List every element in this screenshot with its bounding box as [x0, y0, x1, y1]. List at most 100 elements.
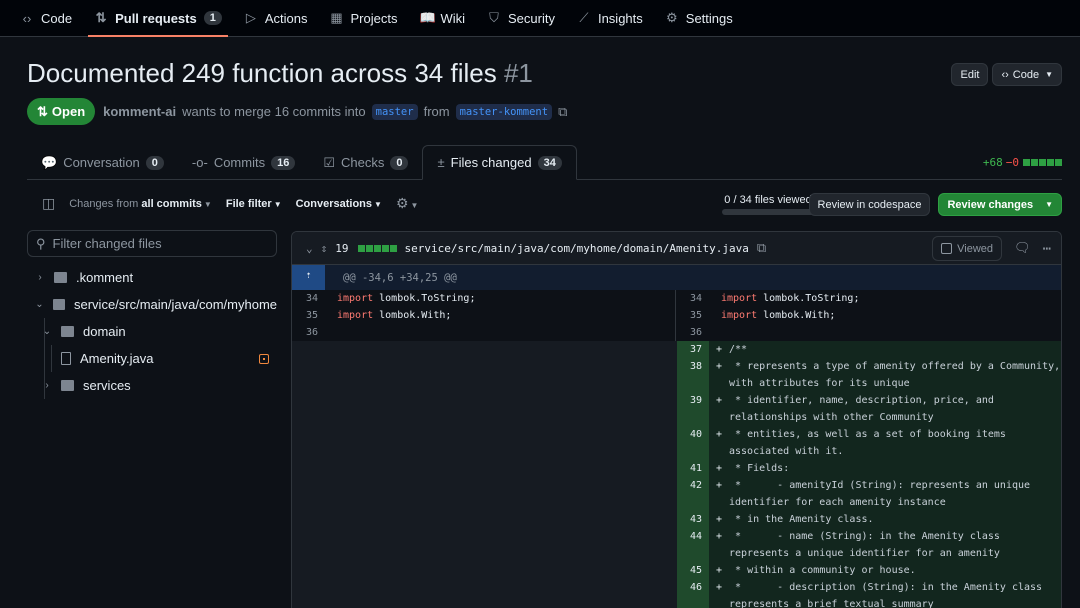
expand-up-icon[interactable]: ⇡ — [292, 265, 325, 290]
code-text: lombok.ToString; — [373, 293, 476, 304]
folder-icon — [52, 299, 65, 310]
folder-icon — [61, 326, 74, 337]
checkbox — [941, 243, 953, 254]
code-icon: ‹› — [1001, 68, 1009, 81]
review-changes-button[interactable]: Review changes ▼ — [938, 193, 1062, 216]
git-pull-request-icon: ⇅ — [95, 10, 107, 25]
sidebar-toggle-icon[interactable]: ◫ — [42, 195, 55, 212]
tree-item-amenity-java[interactable]: Amenity.java — [27, 345, 277, 372]
plus-sign: + — [715, 480, 723, 491]
chevron-right-icon[interactable]: › — [40, 380, 54, 391]
code-label: Code — [1012, 68, 1040, 81]
additions: +68 — [982, 156, 1003, 169]
added-line: 46 + * - description (String): in the Ame… — [676, 579, 1061, 608]
code-text: * entities, as well as a set of booking … — [729, 429, 1012, 457]
code: import lombok.ToString; — [325, 290, 655, 307]
code-text: * Fields: — [729, 463, 790, 474]
comment-icon[interactable]: 🗨 — [1014, 241, 1031, 256]
code: import lombok.With; — [709, 307, 1039, 324]
viewed-checkbox[interactable]: Viewed — [932, 236, 1003, 261]
file-path-link[interactable]: service/src/main/java/com/myhome/domain/… — [405, 242, 749, 255]
nav-actions[interactable]: ▷ Actions — [244, 0, 308, 37]
code-text: * represents a type of amenity offered b… — [729, 361, 1061, 389]
count-badge: 1 — [203, 11, 222, 25]
files-viewed-label: 0 / 34 files viewed — [724, 194, 812, 206]
code-button[interactable]: ‹› Code ▼ — [992, 63, 1062, 86]
added-line: 37 + /** — [676, 341, 1061, 358]
added-line: 44 + * - name (String): in the Amenity cl… — [676, 528, 1061, 562]
nav-code[interactable]: ‹› Code — [20, 0, 72, 37]
code-text: * in the Amenity class. — [729, 514, 874, 525]
head-branch[interactable]: master-komment — [455, 103, 553, 120]
plus-sign: + — [715, 344, 723, 355]
settings-label: Settings — [685, 10, 733, 26]
conversations-dropdown[interactable]: Conversations ▼ — [296, 198, 382, 210]
count-badge: 34 — [537, 155, 562, 170]
kebab-menu-icon[interactable]: ⋯ — [1043, 241, 1051, 257]
tab-files-changed[interactable]: ± Files changed 34 — [422, 145, 577, 180]
tab-checks[interactable]: ☑ Checks 0 — [309, 146, 422, 179]
line-number: 42 — [676, 477, 709, 511]
added-line: 43 + * in the Amenity class. — [676, 511, 1061, 528]
keyword: import — [721, 310, 758, 321]
actions-label: Actions — [264, 10, 308, 26]
wiki-label: Wiki — [440, 10, 465, 26]
nav-settings[interactable]: ⚙ Settings — [665, 0, 733, 37]
edit-button[interactable]: Edit — [951, 63, 989, 86]
file-tree: › .komment ⌄ service/src/main/java/com/myho… — [27, 264, 277, 399]
file-filter-dropdown[interactable]: File filter ▼ — [226, 198, 282, 210]
count-badge: 0 — [390, 155, 409, 170]
line-number: 44 — [676, 528, 709, 562]
code-text: * identifier, name, description, price, … — [729, 395, 1000, 423]
conversation-label: Conversation — [63, 155, 140, 170]
base-branch[interactable]: master — [371, 103, 418, 120]
plus-sign: + — [715, 531, 723, 542]
added-line: 41 + * Fields: — [676, 460, 1061, 477]
book-icon: 📖 — [419, 10, 436, 25]
hunk-label: @@ -34,6 +34,25 @@ — [343, 271, 457, 284]
diffstat-bar — [357, 242, 397, 255]
folder-icon — [54, 272, 67, 283]
context-line: 36 — [292, 324, 675, 341]
file-filter-label: File filter — [225, 197, 272, 210]
copy-icon[interactable]: ⧉ — [757, 241, 766, 256]
line-number: 34 — [689, 293, 702, 304]
tab-conversation[interactable]: 💬 Conversation 0 — [27, 146, 178, 179]
diffstat-bar — [1022, 156, 1062, 169]
nav-projects[interactable]: ▦ Projects — [329, 0, 397, 37]
folder-name: services — [83, 378, 131, 393]
chevron-down-icon[interactable]: ⌄ — [40, 326, 54, 337]
nav-pull-requests[interactable]: ⇅ Pull requests 1 — [88, 0, 228, 37]
context-line: 34 import lombok.ToString; — [292, 290, 675, 307]
tree-item-services[interactable]: › services — [27, 372, 277, 399]
play-icon: ▷ — [245, 10, 256, 25]
changes-from-dropdown[interactable]: Changes from all commits ▼ — [69, 198, 212, 210]
pr-title: Documented 249 function across 34 files — [27, 58, 497, 88]
checklist-icon: ☑ — [323, 154, 335, 170]
copy-icon[interactable]: ⧉ — [558, 104, 567, 120]
code-text: /** — [729, 344, 748, 355]
plus-sign: + — [715, 565, 723, 576]
nav-insights[interactable]: ⟋ Insights — [577, 0, 642, 37]
progress-bar — [722, 209, 814, 215]
added-line: 42 + * - amenityId (String): represents a… — [676, 477, 1061, 511]
chevron-down-icon[interactable]: ⌄ — [306, 242, 313, 255]
chevron-down-icon[interactable]: ⌄ — [33, 299, 46, 310]
nav-wiki[interactable]: 📖 Wiki — [419, 0, 465, 37]
filter-files-input[interactable] — [52, 236, 253, 251]
author-link[interactable]: komment-ai — [103, 104, 176, 119]
chevron-right-icon[interactable]: › — [33, 272, 47, 283]
comment-icon: 💬 — [41, 154, 58, 170]
tree-item-service-src-main-java-com-myhome[interactable]: ⌄ service/src/main/java/com/myhome — [27, 291, 277, 318]
review-in-codespace-button[interactable]: Review in codespace — [808, 193, 931, 216]
changes-prefix: Changes from — [69, 197, 139, 210]
review-changes-label: Review changes — [947, 198, 1034, 211]
nav-security[interactable]: ⛉ Security — [487, 0, 555, 37]
expand-all-icon[interactable]: ⇕ — [321, 242, 328, 255]
tree-item-komment[interactable]: › .komment — [27, 264, 277, 291]
line-number: 46 — [676, 579, 709, 608]
right-pane: 34 import lombok.ToString; 35 import lombok… — [675, 290, 1061, 608]
tree-item-domain[interactable]: ⌄ domain — [27, 318, 277, 345]
settings-dropdown[interactable]: ⚙ ▼ — [396, 195, 418, 212]
tab-commits[interactable]: -o- Commits 16 — [178, 146, 309, 179]
